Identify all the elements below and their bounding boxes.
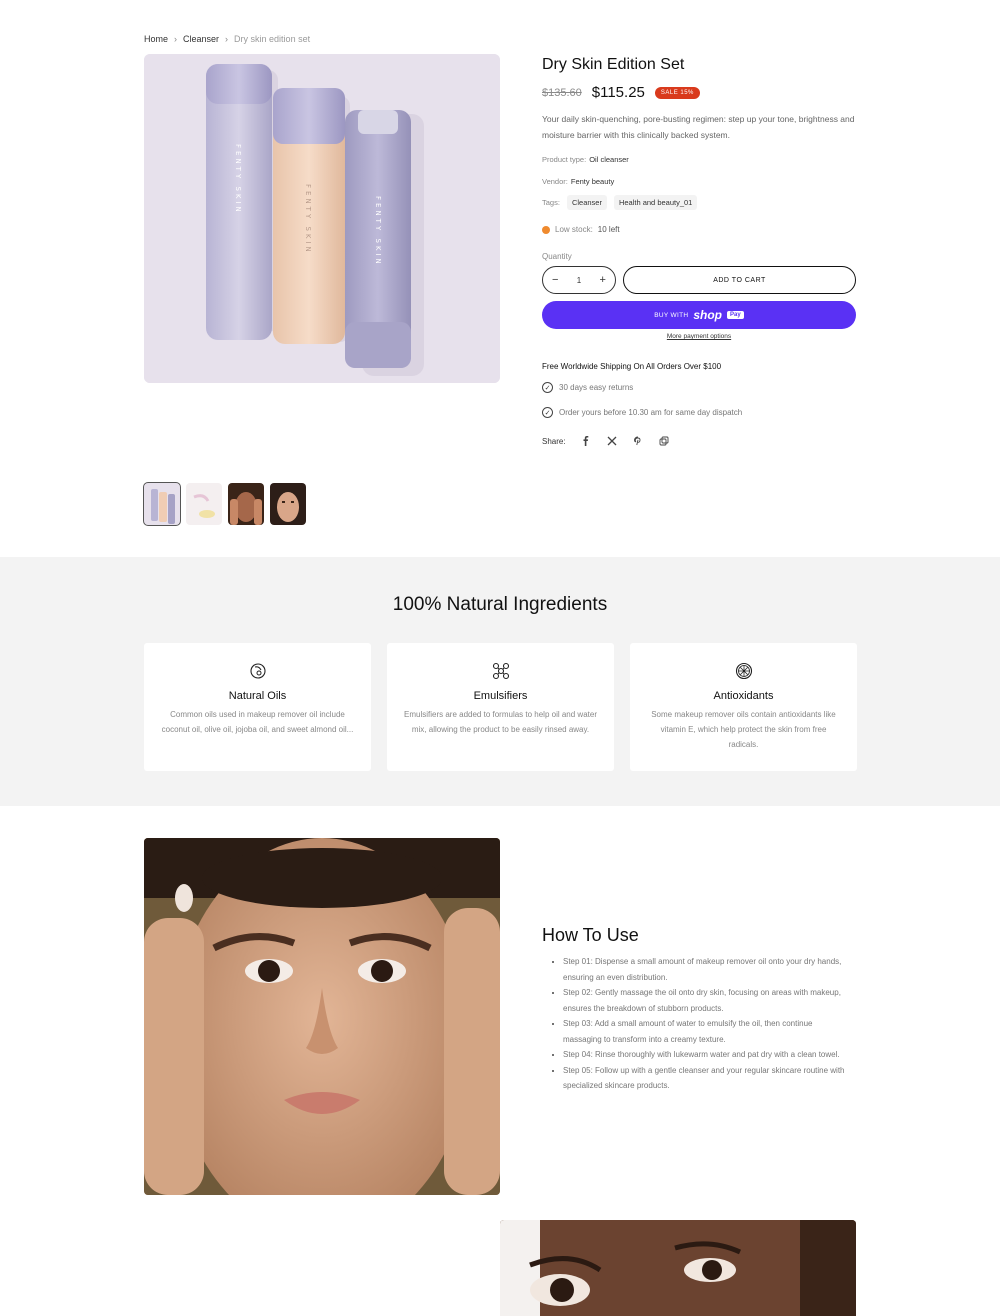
feature-dispatch: ✓ Order yours before 10.30 am for same d…	[542, 407, 856, 418]
tag-item[interactable]: Cleanser	[566, 195, 607, 210]
quantity-input[interactable]: 1	[577, 276, 581, 285]
product-info: Dry Skin Edition Set $135.60 $115.25 SAL…	[542, 54, 856, 447]
shipping-info: Free Worldwide Shipping On All Orders Ov…	[542, 362, 722, 371]
bottom-feature-image	[500, 1220, 856, 1316]
sale-price: $115.25	[591, 84, 645, 101]
share-label: Share:	[542, 436, 566, 446]
quantity-label: Quantity	[542, 252, 572, 261]
oil-drop-icon	[249, 663, 266, 679]
tag-item[interactable]: Health and beauty_01	[613, 195, 698, 210]
shop-pay-button[interactable]: BUY WITH shop Pay	[542, 301, 856, 329]
vendor-label: Vendor:	[542, 177, 568, 186]
compare-price: $135.60	[542, 86, 582, 99]
quantity-stepper: − 1 +	[542, 266, 616, 294]
step-item: Step 01: Dispense a small amount of make…	[563, 954, 852, 985]
check-circle-icon: ✓	[542, 382, 553, 393]
ingredient-card: Natural Oils Common oils used in makeup …	[144, 643, 371, 771]
breadcrumb-home[interactable]: Home	[144, 34, 168, 44]
feature-text: Order yours before 10.30 am for same day…	[559, 408, 743, 417]
stock-dot-icon	[542, 225, 550, 234]
ingredient-card-title: Antioxidants	[713, 690, 774, 702]
vendor-value[interactable]: Fenty beauty	[571, 177, 614, 186]
x-icon[interactable]	[606, 435, 618, 447]
stock-indicator: Low stock: 10 left	[542, 225, 856, 234]
breadcrumb-current: Dry skin edition set	[234, 34, 311, 44]
how-to-use-section: How To Use Step 01: Dispense a small amo…	[542, 925, 852, 1094]
step-item: Step 04: Rinse thoroughly with lukewarm …	[563, 1047, 852, 1063]
ingredient-card: Antioxidants Some makeup remover oils co…	[630, 643, 857, 771]
ingredient-card-title: Natural Oils	[228, 690, 287, 702]
buy-row: − 1 + ADD TO CART	[542, 266, 856, 294]
product-title: Dry Skin Edition Set	[542, 56, 685, 73]
bottle-brand-label: FENTY SKIN	[374, 196, 382, 267]
ingredient-card-text: Some makeup remover oils contain antioxi…	[651, 710, 836, 749]
molecule-icon	[492, 662, 509, 680]
feature-returns: ✓ 30 days easy returns	[542, 382, 856, 393]
ingredient-card: Emulsifiers Emulsifiers are added to for…	[387, 643, 614, 771]
share-row: Share:	[542, 435, 856, 447]
citrus-slice-icon	[735, 662, 752, 680]
breadcrumb: Home › Cleanser › Dry skin edition set	[144, 34, 310, 44]
ingredient-card-text: Emulsifiers are added to formulas to hel…	[404, 710, 597, 734]
step-item: Step 03: Add a small amount of water to …	[563, 1016, 852, 1047]
more-payment-options-link[interactable]: More payment options	[542, 333, 856, 340]
bottle-brand-label: FENTY SKIN	[304, 184, 312, 255]
step-item: Step 02: Gently massage the oil onto dry…	[563, 985, 852, 1016]
price-row: $135.60 $115.25 SALE 15%	[542, 84, 856, 101]
product-vendor: Vendor: Fenty beauty	[542, 177, 856, 186]
face-illustration	[144, 838, 500, 1195]
product-main-image[interactable]: FENTY SKIN FENTY SKIN FENTY SKIN	[144, 54, 500, 383]
thumbnail-1[interactable]	[143, 482, 181, 526]
feature-text: 30 days easy returns	[559, 383, 634, 392]
thumbnail-3[interactable]	[228, 483, 264, 525]
stock-value: 10 left	[597, 225, 620, 234]
breadcrumb-category[interactable]: Cleanser	[183, 34, 219, 44]
product-bottles-illustration: FENTY SKIN FENTY SKIN FENTY SKIN	[144, 54, 500, 383]
tags-label: Tags:	[542, 198, 560, 207]
shop-pay-buy-with: BUY WITH	[654, 311, 689, 319]
step-item: Step 05: Follow up with a gentle cleanse…	[563, 1063, 852, 1094]
chevron-right-icon: ›	[174, 34, 178, 44]
shop-pay-logo: shop	[693, 308, 723, 322]
product-tags: Tags: Cleanser Health and beauty_01	[542, 195, 856, 210]
product-type-value: Oil cleanser	[589, 155, 629, 164]
ingredient-cards: Natural Oils Common oils used in makeup …	[144, 643, 857, 771]
plus-icon[interactable]: +	[600, 274, 606, 286]
ingredient-card-text: Common oils used in makeup remover oil i…	[161, 710, 354, 734]
face-closeup-illustration	[500, 1220, 856, 1316]
chevron-right-icon: ›	[225, 34, 229, 44]
thumbnail-gallery	[143, 482, 306, 526]
bottle-brand-label: FENTY SKIN	[234, 144, 242, 215]
shop-pay-badge: Pay	[727, 311, 744, 319]
product-type: Product type: Oil cleanser	[542, 155, 856, 164]
how-to-use-image	[144, 838, 500, 1195]
thumbnail-2[interactable]	[186, 483, 222, 525]
sale-badge: SALE 15%	[654, 86, 700, 99]
pinterest-icon[interactable]	[632, 435, 644, 447]
thumbnail-4[interactable]	[270, 483, 306, 525]
how-to-use-steps: Step 01: Dispense a small amount of make…	[542, 954, 852, 1094]
ingredients-title: 100% Natural Ingredients	[392, 594, 608, 615]
facebook-icon[interactable]	[580, 435, 592, 447]
check-circle-icon: ✓	[542, 407, 553, 418]
product-type-label: Product type:	[542, 155, 587, 164]
minus-icon[interactable]: −	[552, 274, 558, 286]
add-to-cart-button[interactable]: ADD TO CART	[623, 266, 856, 294]
ingredients-section: 100% Natural Ingredients Natural Oils Co…	[0, 557, 1000, 806]
product-description: Your daily skin-quenching, pore-busting …	[542, 114, 855, 140]
ingredient-card-title: Emulsifiers	[473, 690, 528, 702]
how-to-use-title: How To Use	[542, 925, 639, 945]
copy-link-icon[interactable]	[658, 435, 670, 447]
stock-label: Low stock:	[555, 225, 593, 234]
